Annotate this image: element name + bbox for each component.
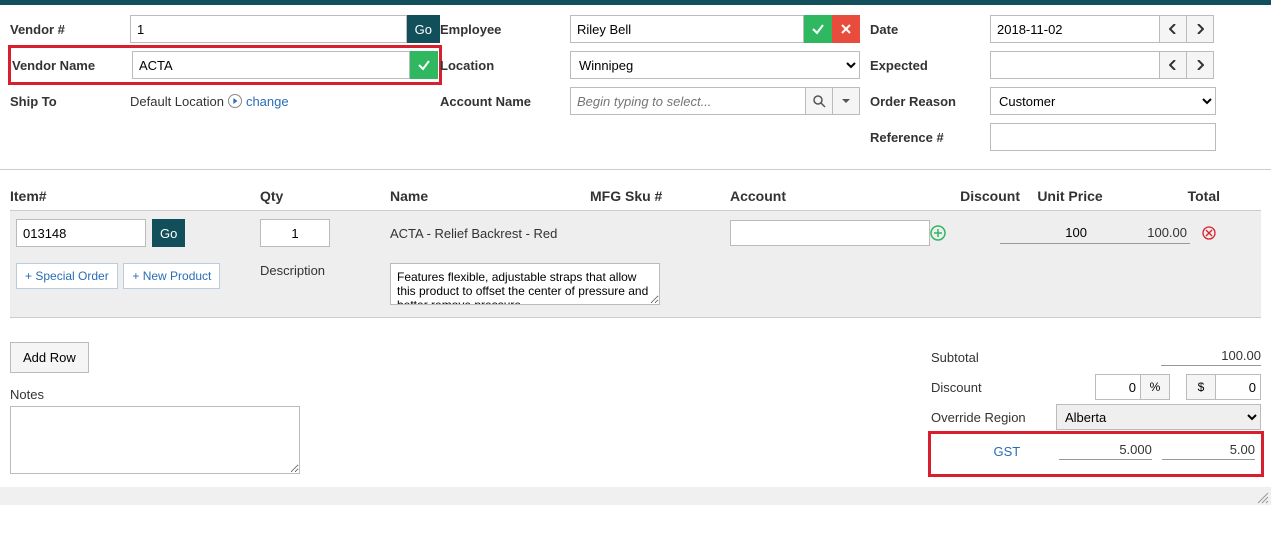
col-item: Item#: [10, 188, 260, 204]
col-account: Account: [730, 188, 950, 204]
vendor-name-confirm-button[interactable]: [410, 51, 438, 79]
check-icon: [417, 58, 431, 72]
play-icon: [228, 94, 242, 108]
special-order-button[interactable]: + Special Order: [16, 263, 118, 289]
header-form: Vendor # Go Vendor Name Ship To Default …: [0, 5, 1271, 170]
qty-input[interactable]: [260, 219, 330, 247]
add-row-button[interactable]: Add Row: [10, 342, 89, 373]
vendor-name-label: Vendor Name: [12, 58, 132, 73]
caret-down-icon: [842, 97, 850, 105]
col-total: Total: [1120, 188, 1240, 204]
expected-input[interactable]: [990, 51, 1160, 79]
account-dropdown-button[interactable]: [832, 87, 860, 115]
ship-to-label: Ship To: [10, 94, 130, 109]
chevron-right-icon: [1196, 24, 1204, 34]
add-discount-button[interactable]: [930, 225, 990, 241]
description-row: + Special Order + New Product Descriptio…: [10, 255, 1261, 318]
subtotal-value: 100.00: [1161, 348, 1261, 366]
notes-label: Notes: [10, 387, 330, 402]
employee-confirm-button[interactable]: [804, 15, 832, 43]
pct-button[interactable]: %: [1140, 374, 1170, 400]
discount-label: Discount: [931, 380, 1041, 395]
date-next-button[interactable]: [1186, 15, 1214, 43]
vendor-num-input[interactable]: [130, 15, 407, 43]
account-name-input[interactable]: [570, 87, 806, 115]
col-discount: Discount: [950, 188, 1020, 204]
account-search-button[interactable]: [805, 87, 833, 115]
order-reason-select[interactable]: Customer: [990, 87, 1216, 115]
item-total-value: 100.00: [1090, 222, 1190, 244]
tax-amount-value: 5.00: [1162, 442, 1255, 460]
tax-box: GST 5.000 5.00: [931, 434, 1261, 474]
account-name-label: Account Name: [440, 94, 570, 109]
vendor-num-label: Vendor #: [10, 22, 130, 37]
footer-band: [0, 487, 1271, 505]
override-region-select[interactable]: Alberta: [1056, 404, 1261, 430]
col-mfg: MFG Sku #: [590, 188, 730, 204]
vendor-go-button[interactable]: Go: [407, 15, 440, 43]
date-label: Date: [870, 22, 990, 37]
resize-handle-icon[interactable]: [1255, 490, 1269, 504]
employee-input[interactable]: [570, 15, 804, 43]
col-unit-price: Unit Price: [1020, 188, 1120, 204]
items-header-row: Item# Qty Name MFG Sku # Account Discoun…: [10, 188, 1261, 210]
location-label: Location: [440, 58, 570, 73]
override-region-label: Override Region: [931, 410, 1046, 425]
reference-input[interactable]: [990, 123, 1216, 151]
subtotal-label: Subtotal: [931, 350, 1041, 365]
discount-amt-input[interactable]: [1215, 374, 1261, 400]
unit-price-input[interactable]: [1000, 222, 1090, 244]
description-textarea[interactable]: [390, 263, 660, 305]
expected-next-button[interactable]: [1186, 51, 1214, 79]
date-prev-button[interactable]: [1159, 15, 1187, 43]
dollar-button[interactable]: $: [1186, 374, 1216, 400]
vendor-name-input[interactable]: [132, 51, 410, 79]
remove-row-button[interactable]: [1202, 226, 1216, 240]
search-icon: [813, 95, 826, 108]
discount-pct-input[interactable]: [1095, 374, 1141, 400]
tax-rate-value: 5.000: [1059, 442, 1152, 460]
item-number-input[interactable]: [16, 219, 146, 247]
chevron-right-icon: [1196, 60, 1204, 70]
col-name: Name: [390, 188, 590, 204]
x-icon: [840, 23, 852, 35]
notes-textarea[interactable]: [10, 406, 300, 474]
col-qty: Qty: [260, 188, 390, 204]
plus-circle-icon: [930, 225, 946, 241]
location-select[interactable]: Winnipeg: [570, 51, 860, 79]
tax-name-link[interactable]: GST: [965, 444, 1049, 459]
check-icon: [811, 22, 825, 36]
item-row: Go ACTA - Relief Backrest - Red 100.00: [10, 210, 1261, 255]
item-account-input[interactable]: [730, 220, 930, 246]
order-reason-label: Order Reason: [870, 94, 990, 109]
description-label: Description: [260, 263, 390, 305]
employee-clear-button[interactable]: [832, 15, 860, 43]
new-product-button[interactable]: + New Product: [123, 263, 220, 289]
item-go-button[interactable]: Go: [152, 219, 185, 247]
x-circle-icon: [1202, 226, 1216, 240]
expected-label: Expected: [870, 58, 990, 73]
ship-to-change-link[interactable]: change: [246, 94, 289, 109]
date-input[interactable]: [990, 15, 1160, 43]
chevron-left-icon: [1169, 60, 1177, 70]
item-name-cell: ACTA - Relief Backrest - Red: [390, 226, 730, 241]
chevron-left-icon: [1169, 24, 1177, 34]
ship-to-value: Default Location: [130, 94, 224, 109]
employee-label: Employee: [440, 22, 570, 37]
reference-label: Reference #: [870, 130, 990, 145]
expected-prev-button[interactable]: [1159, 51, 1187, 79]
